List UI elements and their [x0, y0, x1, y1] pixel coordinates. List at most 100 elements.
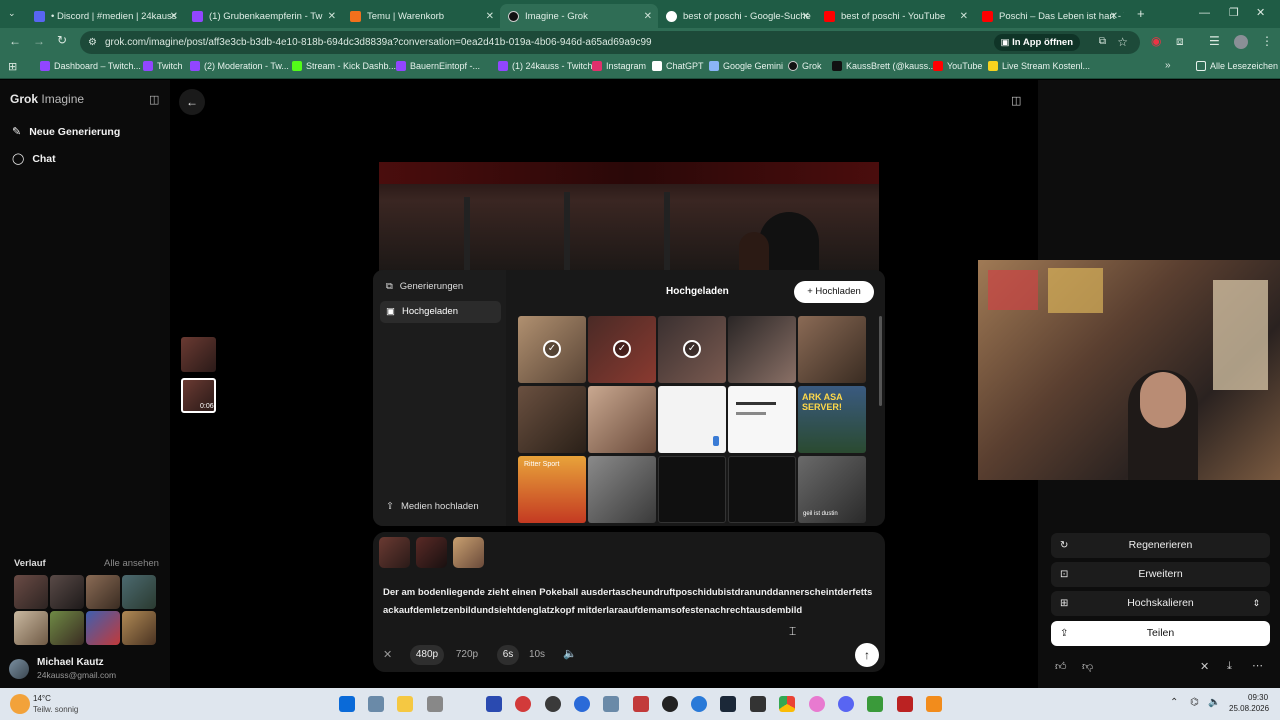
- bookmark-star-icon[interactable]: ☆: [1117, 35, 1128, 49]
- bookmark-item[interactable]: Grok: [788, 61, 822, 71]
- bookmark-item[interactable]: Stream - Kick Dashb...: [292, 61, 396, 71]
- back-icon[interactable]: ←: [9, 34, 21, 48]
- vegas-icon[interactable]: [486, 696, 502, 712]
- history-thumbnail[interactable]: [86, 575, 120, 609]
- url-bar[interactable]: ⚙ grok.com/imagine/post/aff3e3cb-b3db-4e…: [80, 31, 1140, 54]
- close-icon[interactable]: ✕: [960, 11, 968, 22]
- history-thumbnail[interactable]: [50, 611, 84, 645]
- extend-button[interactable]: ⊡ Erweitern: [1051, 562, 1270, 587]
- weather-icon[interactable]: [10, 694, 30, 714]
- reload-icon[interactable]: ↻: [57, 33, 67, 47]
- uploaded-image[interactable]: ✓: [588, 316, 656, 383]
- tab-temu[interactable]: Temu | Warenkorb ✕: [342, 4, 500, 28]
- uploaded-image[interactable]: [518, 386, 586, 453]
- bookmark-item[interactable]: Dashboard – Twitch...: [40, 61, 141, 71]
- history-thumbnail[interactable]: [122, 611, 156, 645]
- menu-generations[interactable]: ⧉ Generierungen: [386, 281, 463, 292]
- menu-icon[interactable]: ⋮: [1261, 34, 1273, 48]
- obs-icon[interactable]: [545, 696, 561, 712]
- uploaded-image[interactable]: [658, 456, 726, 523]
- collapse-sidebar-icon[interactable]: ◫: [149, 93, 159, 106]
- tab-youtube-1[interactable]: best of poschi - YouTube ✕: [816, 4, 974, 28]
- submit-button[interactable]: ↑: [855, 643, 879, 667]
- uploaded-image[interactable]: ✓: [518, 316, 586, 383]
- bookmark-item[interactable]: Google Gemini: [709, 61, 783, 71]
- bookmark-item[interactable]: ChatGPT: [652, 61, 704, 71]
- vlc-icon[interactable]: [926, 696, 942, 712]
- close-icon[interactable]: ✕: [328, 11, 336, 22]
- sound-icon[interactable]: 🔈: [563, 647, 577, 660]
- extension-icon[interactable]: ◉: [1151, 34, 1161, 48]
- close-icon[interactable]: ✕: [170, 11, 178, 22]
- menu-uploaded[interactable]: ▣ Hochgeladen: [386, 306, 458, 317]
- attached-image[interactable]: [379, 537, 410, 568]
- app-icon[interactable]: [867, 696, 883, 712]
- all-bookmarks-folder[interactable]: Alle Lesezeichen: [1196, 61, 1278, 71]
- bookmark-item[interactable]: Instagram: [592, 61, 646, 71]
- start-icon[interactable]: [339, 696, 355, 712]
- new-generation-button[interactable]: ✎ Neue Generierung: [12, 125, 120, 139]
- steam-icon[interactable]: [720, 696, 736, 712]
- history-thumbnail[interactable]: [14, 575, 48, 609]
- file-explorer-icon[interactable]: [397, 696, 413, 712]
- restore-icon[interactable]: ❐: [1229, 6, 1239, 19]
- history-thumbnail[interactable]: [14, 611, 48, 645]
- history-thumbnail[interactable]: [122, 575, 156, 609]
- chat-button[interactable]: ◯ Chat: [12, 152, 56, 166]
- new-tab-icon[interactable]: +: [1137, 6, 1145, 21]
- app-icon[interactable]: [574, 696, 590, 712]
- video-preview[interactable]: [379, 162, 879, 272]
- bookmark-item[interactable]: KaussBrett (@kauss...: [832, 61, 936, 71]
- uploaded-image[interactable]: [658, 386, 726, 453]
- uploaded-image[interactable]: [728, 316, 796, 383]
- translate-icon[interactable]: ⧉: [1099, 36, 1106, 47]
- back-button[interactable]: ←: [179, 89, 205, 115]
- bookmark-item[interactable]: Live Stream Kostenl...: [988, 61, 1090, 71]
- download-icon[interactable]: ⤓: [1227, 660, 1232, 673]
- discord-icon[interactable]: [838, 696, 854, 712]
- duration-10s[interactable]: 10s: [525, 645, 549, 665]
- bookmark-item[interactable]: YouTube: [933, 61, 982, 71]
- mouse-app-icon[interactable]: [427, 696, 443, 712]
- x-share-icon[interactable]: ✕: [1200, 660, 1209, 673]
- app-icon[interactable]: [809, 696, 825, 712]
- volume-icon[interactable]: 🔈: [1208, 697, 1220, 708]
- tray-chevron-icon[interactable]: ⌃: [1170, 697, 1178, 708]
- bookmark-item[interactable]: (1) 24kauss - Twitch: [498, 61, 592, 71]
- video-thumbnail[interactable]: [181, 337, 216, 372]
- close-icon[interactable]: ✕: [644, 11, 652, 22]
- uploaded-image[interactable]: [728, 456, 796, 523]
- forward-icon[interactable]: →: [33, 34, 45, 48]
- panel-toggle-icon[interactable]: ◫: [1011, 94, 1021, 107]
- app-icon[interactable]: [633, 696, 649, 712]
- clock-time[interactable]: 09:30: [1248, 693, 1268, 702]
- attached-image[interactable]: [453, 537, 484, 568]
- app-icon[interactable]: [603, 696, 619, 712]
- clock-date[interactable]: 25.08.2026: [1229, 704, 1269, 713]
- attached-image[interactable]: [416, 537, 447, 568]
- close-icon[interactable]: ✕: [1110, 11, 1118, 22]
- history-thumbnail[interactable]: [86, 611, 120, 645]
- chrome-icon[interactable]: [779, 696, 795, 712]
- duration-6s[interactable]: 6s: [497, 645, 519, 665]
- history-thumbnail[interactable]: [50, 575, 84, 609]
- share-button[interactable]: ⇪ Teilen: [1051, 621, 1270, 646]
- tab-discord[interactable]: • Discord | #medien | 24kauss ✕: [26, 4, 184, 28]
- upload-media-button[interactable]: ⇪ Medien hochladen: [386, 501, 479, 512]
- uploaded-image[interactable]: [728, 386, 796, 453]
- close-icon[interactable]: ✕: [486, 11, 494, 22]
- video-thumbnail-selected[interactable]: 0:06: [181, 378, 216, 413]
- uploaded-image[interactable]: geil ist dustin: [798, 456, 866, 523]
- url-text[interactable]: grok.com/imagine/post/aff3e3cb-b3db-4e10…: [105, 37, 652, 48]
- profile-avatar[interactable]: [1234, 35, 1248, 49]
- apps-grid-icon[interactable]: ⊞: [8, 60, 17, 73]
- tab-search-icon[interactable]: ⌄: [8, 8, 16, 19]
- tab-youtube-2[interactable]: Poschi – Das Leben ist hart - Yo ✕: [974, 4, 1124, 28]
- minimize-icon[interactable]: —: [1199, 7, 1210, 19]
- close-window-icon[interactable]: ✕: [1256, 6, 1265, 19]
- grok-imagine-logo[interactable]: Grok Imagine: [10, 92, 84, 106]
- regenerate-button[interactable]: ↻ Regenerieren: [1051, 533, 1270, 558]
- network-icon[interactable]: ⌬: [1190, 697, 1199, 708]
- app-icon[interactable]: [515, 696, 531, 712]
- uploaded-image[interactable]: ARK ASA SERVER!: [798, 386, 866, 453]
